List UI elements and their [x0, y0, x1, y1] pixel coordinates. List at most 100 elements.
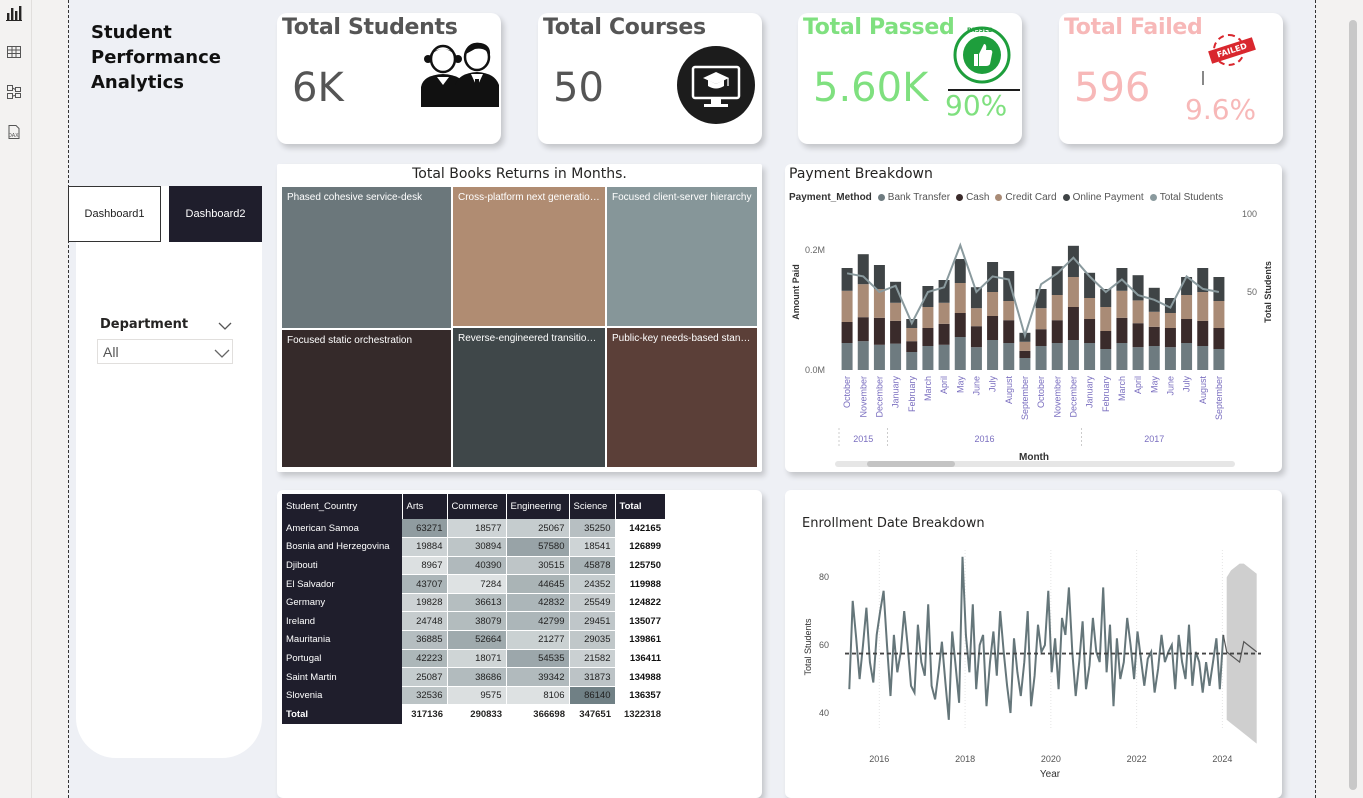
- chevron-down-icon[interactable]: [218, 316, 232, 335]
- bar-segment[interactable]: [841, 343, 853, 370]
- treemap-cell[interactable]: Focused static orchestration: [281, 329, 452, 468]
- bar-segment[interactable]: [1035, 346, 1047, 370]
- matrix-column-header[interactable]: Engineering: [506, 494, 570, 519]
- table-row[interactable]: Portugal 42223 18071 54535 21582 136411: [282, 649, 665, 669]
- bar-segment[interactable]: [1197, 346, 1209, 370]
- bar-segment[interactable]: [906, 341, 918, 352]
- bar-segment[interactable]: [890, 302, 902, 321]
- bar-segment[interactable]: [841, 322, 853, 343]
- bar-segment[interactable]: [1003, 343, 1015, 370]
- bar-segment[interactable]: [906, 352, 918, 370]
- bar-segment[interactable]: [1213, 328, 1225, 349]
- bar-segment[interactable]: [1084, 343, 1096, 370]
- table-view-icon[interactable]: [3, 41, 25, 63]
- table-row[interactable]: Ireland 24748 38079 42799 29451 135077: [282, 611, 665, 632]
- bar-segment[interactable]: [1132, 300, 1144, 324]
- bar-segment[interactable]: [1116, 343, 1128, 370]
- bar-segment[interactable]: [954, 283, 966, 313]
- total-students-line[interactable]: [846, 242, 1220, 340]
- bar-segment[interactable]: [1148, 326, 1160, 346]
- bar-segment[interactable]: [1003, 271, 1015, 301]
- bar-segment[interactable]: [1132, 323, 1144, 348]
- bar-segment[interactable]: [938, 280, 950, 303]
- bar-segment[interactable]: [1035, 308, 1047, 330]
- matrix-column-header[interactable]: Science: [569, 494, 616, 519]
- bar-segment[interactable]: [1164, 347, 1176, 370]
- bar-segment[interactable]: [1100, 349, 1112, 370]
- bar-segment[interactable]: [1181, 295, 1193, 319]
- bar-segment[interactable]: [857, 317, 869, 342]
- bar-segment[interactable]: [1148, 346, 1160, 370]
- bar-segment[interactable]: [954, 259, 966, 283]
- bar-segment[interactable]: [1067, 340, 1079, 370]
- bar-segment[interactable]: [1051, 343, 1063, 370]
- bar-segment[interactable]: [857, 341, 869, 370]
- bar-segment[interactable]: [890, 343, 902, 370]
- bar-segment[interactable]: [873, 289, 885, 318]
- bar-segment[interactable]: [938, 323, 950, 345]
- bar-segment[interactable]: [1181, 343, 1193, 370]
- bar-segment[interactable]: [1116, 317, 1128, 343]
- bar-segment[interactable]: [1213, 277, 1225, 301]
- table-row[interactable]: Germany 19828 36613 42832 25549 124822: [282, 593, 665, 613]
- matrix-row-header[interactable]: Student_Country: [282, 494, 403, 519]
- bar-segment[interactable]: [1035, 329, 1047, 346]
- bar-segment[interactable]: [922, 286, 934, 307]
- table-row[interactable]: Mauritania 36885 52664 21277 29035 139861: [282, 630, 665, 650]
- enrollment-line[interactable]: [848, 556, 1225, 720]
- model-view-icon[interactable]: [3, 81, 25, 103]
- bar-segment[interactable]: [1100, 331, 1112, 349]
- bar-segment[interactable]: [1067, 307, 1079, 340]
- bar-segment[interactable]: [1181, 319, 1193, 343]
- bar-segment[interactable]: [1197, 292, 1209, 321]
- vertical-scrollbar[interactable]: [1343, 0, 1363, 798]
- department-dropdown[interactable]: All: [97, 339, 233, 364]
- bar-segment[interactable]: [987, 292, 999, 316]
- bar-segment[interactable]: [906, 328, 918, 342]
- bar-segment[interactable]: [1067, 277, 1079, 307]
- bar-segment[interactable]: [922, 346, 934, 370]
- table-row[interactable]: Bosnia and Herzegovina 19884 30894 57580 185…: [282, 537, 665, 557]
- bar-segment[interactable]: [987, 340, 999, 370]
- bar-segment[interactable]: [1019, 358, 1031, 370]
- bar-segment[interactable]: [954, 313, 966, 337]
- bar-segment[interactable]: [922, 328, 934, 346]
- bar-segment[interactable]: [1132, 347, 1144, 370]
- bar-segment[interactable]: [841, 290, 853, 322]
- bar-segment[interactable]: [1084, 319, 1096, 343]
- treemap-cell[interactable]: Public-key needs-based standardization: [606, 327, 758, 468]
- bar-segment[interactable]: [987, 316, 999, 340]
- treemap-cell[interactable]: Focused client-server hierarchy: [606, 186, 758, 327]
- bar-segment[interactable]: [970, 326, 982, 348]
- horizontal-scrollbar[interactable]: [835, 461, 1235, 467]
- treemap-cell[interactable]: Cross-platform next generation architect…: [452, 186, 606, 327]
- matrix-column-header[interactable]: Commerce: [447, 494, 507, 519]
- bar-segment[interactable]: [1164, 313, 1176, 328]
- bar-segment[interactable]: [970, 347, 982, 370]
- dax-query-icon[interactable]: DAX: [3, 121, 25, 143]
- bar-segment[interactable]: [1051, 295, 1063, 321]
- treemap-cell[interactable]: Phased cohesive service-desk: [281, 186, 452, 329]
- bar-segment[interactable]: [1116, 290, 1128, 318]
- matrix-column-header[interactable]: Arts: [402, 494, 448, 519]
- bar-segment[interactable]: [857, 284, 869, 318]
- table-row[interactable]: El Salvador 43707 7284 44645 24352 119988: [282, 574, 665, 594]
- bar-segment[interactable]: [1003, 320, 1015, 343]
- dashboard2-button[interactable]: Dashboard2: [169, 186, 262, 242]
- bar-segment[interactable]: [922, 307, 934, 328]
- bar-segment[interactable]: [1197, 320, 1209, 346]
- bar-segment[interactable]: [1084, 298, 1096, 319]
- matrix-column-header[interactable]: Total: [615, 494, 666, 519]
- bar-segment[interactable]: [970, 308, 982, 327]
- bar-segment[interactable]: [1148, 311, 1160, 327]
- table-row[interactable]: American Samoa 63271 18577 25067 35250 142165: [282, 519, 665, 539]
- bar-segment[interactable]: [1051, 320, 1063, 343]
- bar-segment[interactable]: [1164, 328, 1176, 348]
- bar-segment[interactable]: [890, 320, 902, 344]
- bar-segment[interactable]: [1213, 349, 1225, 370]
- treemap-cell[interactable]: Reverse-engineered transitional matrix: [452, 327, 606, 468]
- dashboard1-button[interactable]: Dashboard1: [68, 186, 161, 242]
- scrollbar-thumb[interactable]: [1349, 20, 1357, 790]
- bar-segment[interactable]: [873, 317, 885, 345]
- table-row[interactable]: Djibouti 8967 40390 30515 45878 125750: [282, 556, 665, 576]
